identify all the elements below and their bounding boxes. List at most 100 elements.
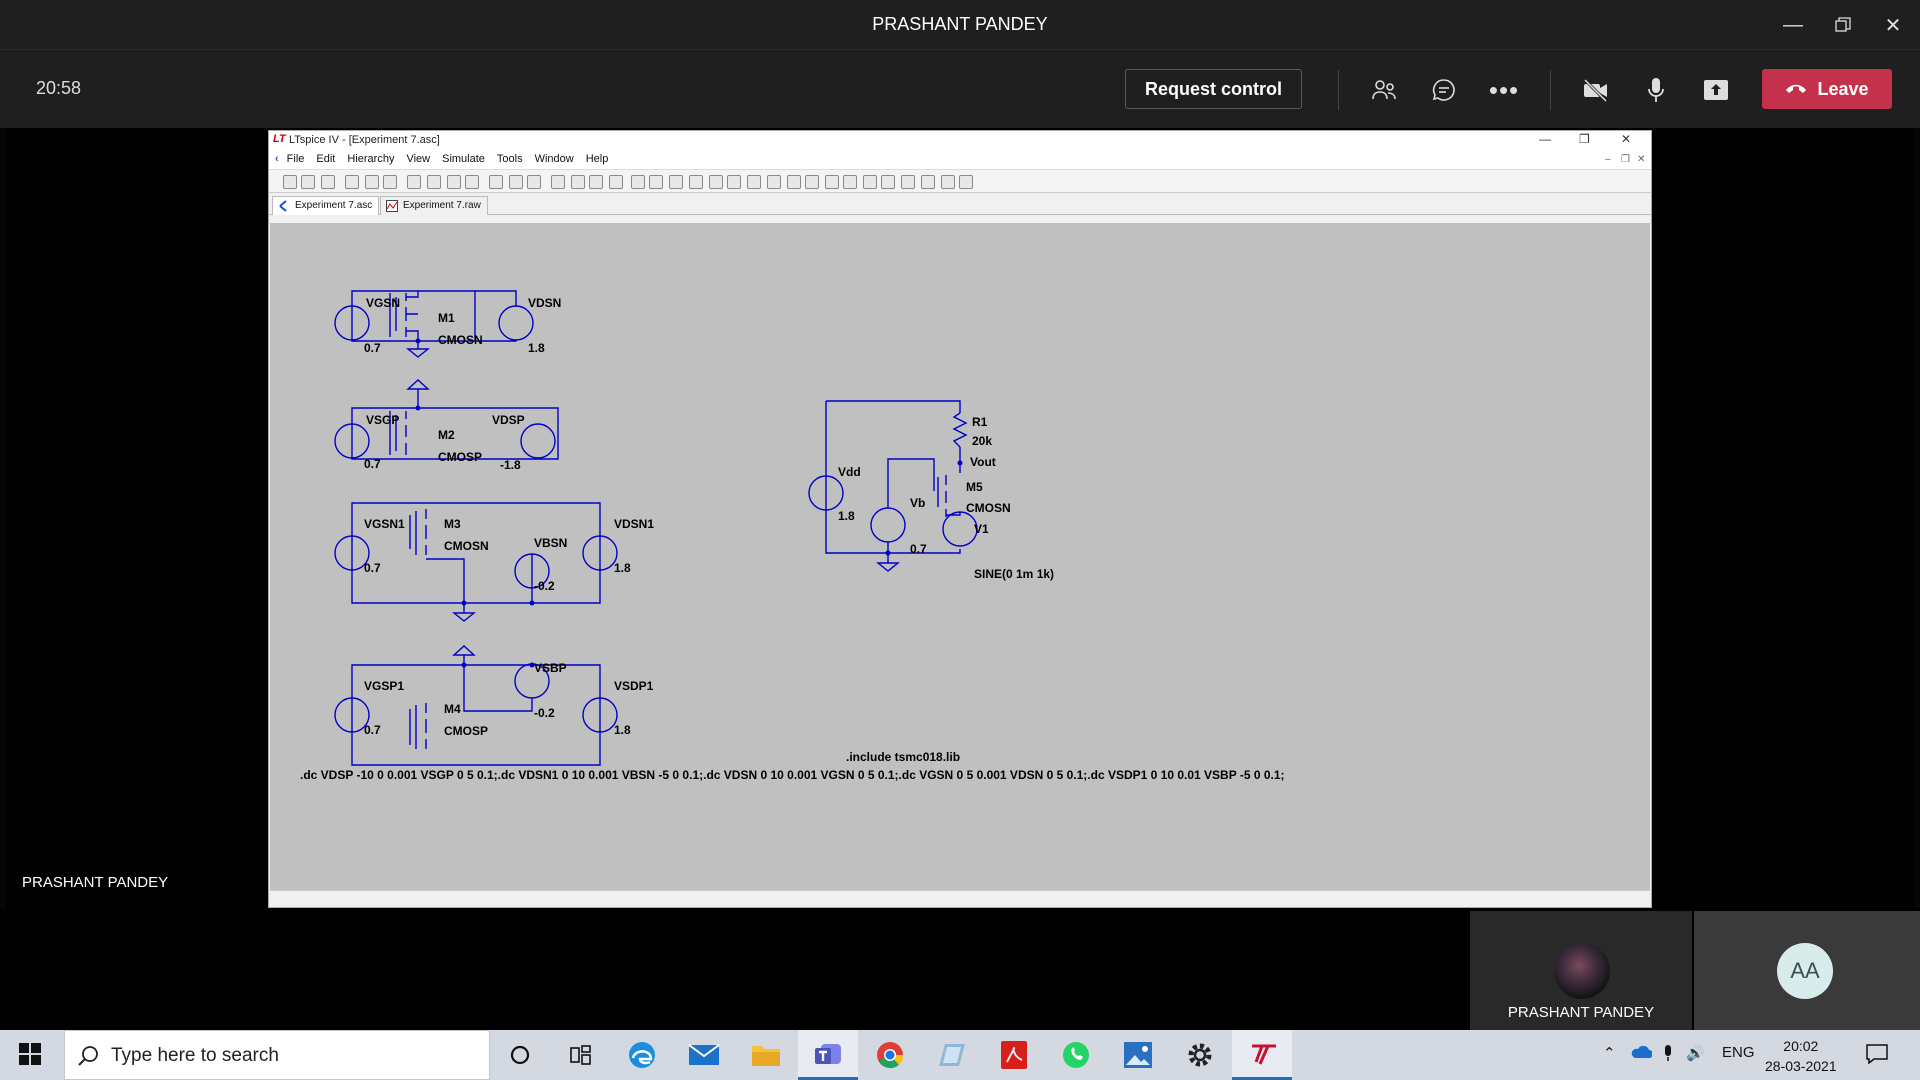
- minimize-icon[interactable]: —: [1768, 0, 1818, 50]
- menu-hierarchy[interactable]: Hierarchy: [347, 153, 394, 165]
- toolbar-tool-icon[interactable]: [767, 175, 781, 189]
- ltspice-restore-icon[interactable]: ❐: [1579, 132, 1590, 146]
- ltspice-tabs: Experiment 7.asc Experiment 7.raw: [269, 193, 1651, 215]
- microphone-tray-icon[interactable]: [1662, 1044, 1674, 1066]
- ltspice-toolbar: [269, 169, 1651, 193]
- ltspice-minimize-icon[interactable]: —: [1539, 132, 1551, 146]
- teams-window: PRASHANT PANDEY — ✕ 20:58 Request contro…: [0, 0, 1920, 1080]
- toolbar-tool-icon[interactable]: [843, 175, 857, 189]
- document-icon[interactable]: ‹: [275, 153, 279, 165]
- toolbar-tool-icon[interactable]: [447, 175, 461, 189]
- language-indicator[interactable]: ENG: [1722, 1044, 1755, 1061]
- share-screen-icon[interactable]: [1696, 70, 1736, 110]
- onedrive-icon[interactable]: [1630, 1044, 1653, 1064]
- schematic-canvas[interactable]: VGSN 0.7 M1 CMOSN VDSN 1.8 VSGP 0.7 M2 C…: [270, 223, 1650, 891]
- toolbar-tool-icon[interactable]: [407, 175, 421, 189]
- mail-icon[interactable]: [674, 1030, 734, 1080]
- task-view-icon[interactable]: [550, 1030, 610, 1080]
- label-vsbp-val: -0.2: [534, 706, 555, 720]
- toolbar-tool-icon[interactable]: [709, 175, 723, 189]
- toolbar-tool-icon[interactable]: [465, 175, 479, 189]
- volume-icon[interactable]: 🔊: [1686, 1044, 1705, 1062]
- meeting-controls-bar: 20:58 Request control ••• Leave: [0, 50, 1920, 128]
- toolbar-tool-icon[interactable]: [365, 175, 379, 189]
- doc-minimize-icon[interactable]: –: [1605, 154, 1611, 165]
- doc-restore-icon[interactable]: ❐: [1621, 154, 1630, 165]
- toolbar-tool-icon[interactable]: [631, 175, 645, 189]
- toolbar-tool-icon[interactable]: [427, 175, 441, 189]
- toolbar-tool-icon[interactable]: [571, 175, 585, 189]
- toolbar-tool-icon[interactable]: [321, 175, 335, 189]
- teams-icon[interactable]: [798, 1030, 858, 1080]
- toolbar-tool-icon[interactable]: [727, 175, 741, 189]
- ltspice-titlebar: LT LTspice IV - [Experiment 7.asc] — ❐ ✕: [269, 131, 1651, 149]
- whatsapp-icon[interactable]: [1046, 1030, 1106, 1080]
- avatar: [1554, 943, 1610, 999]
- camera-off-icon[interactable]: [1576, 70, 1616, 110]
- toolbar-tool-icon[interactable]: [689, 175, 703, 189]
- acrobat-icon[interactable]: [984, 1030, 1044, 1080]
- toolbar-tool-icon[interactable]: [901, 175, 915, 189]
- settings-gear-icon[interactable]: [1170, 1030, 1230, 1080]
- cortana-icon[interactable]: [490, 1030, 550, 1080]
- toolbar-tool-icon[interactable]: [509, 175, 523, 189]
- toolbar-tool-icon[interactable]: [805, 175, 819, 189]
- participants-icon[interactable]: [1364, 70, 1404, 110]
- ltspice-close-icon[interactable]: ✕: [1621, 132, 1631, 146]
- toolbar-tool-icon[interactable]: [283, 175, 297, 189]
- toolbar-tool-icon[interactable]: [959, 175, 973, 189]
- toolbar-tool-icon[interactable]: [863, 175, 877, 189]
- tab-schematic[interactable]: Experiment 7.asc: [272, 196, 380, 215]
- toolbar-tool-icon[interactable]: [787, 175, 801, 189]
- label-vsbp: VSBP: [534, 661, 567, 675]
- edge-icon[interactable]: [612, 1030, 672, 1080]
- photos-icon[interactable]: [1108, 1030, 1168, 1080]
- toolbar-tool-icon[interactable]: [301, 175, 315, 189]
- toolbar-tool-icon[interactable]: [669, 175, 683, 189]
- toolbar-tool-icon[interactable]: [881, 175, 895, 189]
- taskbar-clock[interactable]: 20:02 28-03-2021: [1765, 1036, 1837, 1076]
- show-hidden-icons-icon[interactable]: ⌃: [1603, 1044, 1616, 1062]
- label-m1: M1: [438, 311, 455, 325]
- teams-titlebar: PRASHANT PANDEY — ✕: [0, 0, 1920, 50]
- menu-simulate[interactable]: Simulate: [442, 153, 485, 165]
- menu-view[interactable]: View: [406, 153, 430, 165]
- windows-taskbar: Type here to search ⌃ 🔊 ENG 20:02 28-03-…: [0, 1030, 1920, 1080]
- taskbar-search-box[interactable]: Type here to search: [64, 1030, 490, 1080]
- menu-tools[interactable]: Tools: [497, 153, 523, 165]
- toolbar-tool-icon[interactable]: [609, 175, 623, 189]
- windows-start-icon[interactable]: [12, 1042, 52, 1068]
- chrome-icon[interactable]: [860, 1030, 920, 1080]
- chat-icon[interactable]: [1424, 70, 1464, 110]
- tab-waveform[interactable]: Experiment 7.raw: [380, 196, 488, 215]
- restore-icon[interactable]: [1818, 0, 1868, 50]
- toolbar-tool-icon[interactable]: [921, 175, 935, 189]
- notifications-icon[interactable]: [1866, 1044, 1888, 1068]
- microphone-icon[interactable]: [1636, 70, 1676, 110]
- toolbar-tool-icon[interactable]: [527, 175, 541, 189]
- more-options-icon[interactable]: •••: [1484, 70, 1524, 110]
- toolbar-tool-icon[interactable]: [345, 175, 359, 189]
- menu-file[interactable]: File: [287, 153, 305, 165]
- close-icon[interactable]: ✕: [1868, 0, 1918, 50]
- leave-label: Leave: [1817, 78, 1869, 99]
- toolbar-tool-icon[interactable]: [489, 175, 503, 189]
- toolbar-tool-icon[interactable]: [551, 175, 565, 189]
- toolbar-tool-icon[interactable]: [383, 175, 397, 189]
- doc-close-icon[interactable]: ✕: [1637, 154, 1645, 165]
- toolbar-tool-icon[interactable]: [589, 175, 603, 189]
- toolbar-tool-icon[interactable]: [825, 175, 839, 189]
- app-icon[interactable]: [922, 1030, 982, 1080]
- ground-icon: [406, 379, 430, 390]
- menu-edit[interactable]: Edit: [316, 153, 335, 165]
- leave-button[interactable]: Leave: [1762, 69, 1892, 109]
- schematic-icon: [279, 200, 287, 212]
- toolbar-tool-icon[interactable]: [747, 175, 761, 189]
- request-control-button[interactable]: Request control: [1125, 69, 1302, 109]
- menu-window[interactable]: Window: [535, 153, 574, 165]
- ltspice-taskbar-icon[interactable]: [1232, 1030, 1292, 1080]
- toolbar-tool-icon[interactable]: [941, 175, 955, 189]
- menu-help[interactable]: Help: [586, 153, 609, 165]
- toolbar-tool-icon[interactable]: [649, 175, 663, 189]
- file-explorer-icon[interactable]: [736, 1030, 796, 1080]
